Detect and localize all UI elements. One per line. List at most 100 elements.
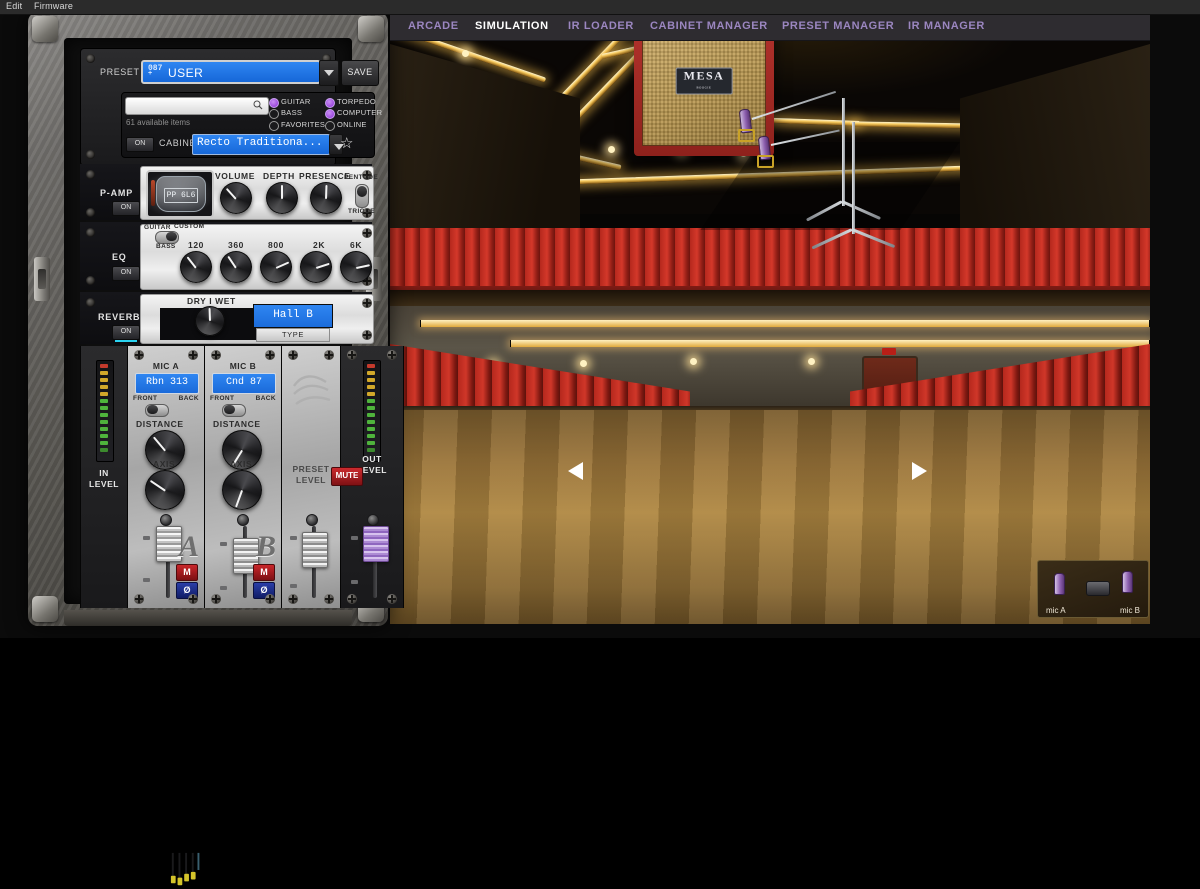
eq-mode-custom-label: CUSTOM bbox=[174, 223, 205, 230]
filter-radio-bass[interactable] bbox=[269, 109, 279, 119]
power-tube-display[interactable]: PP 6L6 bbox=[146, 170, 214, 218]
preset-field[interactable]: 087 + USER bbox=[141, 60, 321, 84]
app-window: Edit Firmware MESA BOOGIE ARCADE SIMULAT… bbox=[0, 0, 1200, 886]
panel-screw bbox=[86, 208, 95, 217]
reverb-type-caption-label: TYPE bbox=[282, 330, 304, 339]
filter-radio-computer[interactable] bbox=[325, 109, 335, 119]
mic-a-clip bbox=[738, 129, 755, 142]
nav-cabinet-manager[interactable]: CABINET MANAGER bbox=[650, 20, 768, 32]
favorite-star-icon[interactable]: ☆ bbox=[340, 136, 353, 151]
mixer-section: IN LEVEL MIC A Rbn 313 FRONT BACK DISTAN… bbox=[80, 346, 404, 886]
out-level-tick bbox=[351, 580, 358, 584]
mic-b-stand-pole bbox=[852, 122, 855, 234]
save-button-label: SAVE bbox=[347, 67, 373, 77]
eq-band-800-label: 800 bbox=[268, 240, 284, 250]
nav-ir-manager[interactable]: IR MANAGER bbox=[908, 20, 985, 32]
filter-label-bass: BASS bbox=[281, 108, 303, 117]
pentode-label: PENTODE bbox=[344, 174, 379, 181]
pentode-triode-switch[interactable] bbox=[355, 184, 369, 208]
reverb-mix-knob[interactable] bbox=[195, 306, 225, 336]
mic-b-axis-knob[interactable] bbox=[222, 470, 262, 510]
cabinet-on-button[interactable]: ON bbox=[126, 137, 154, 152]
menu-item-edit[interactable]: Edit bbox=[6, 1, 22, 11]
eq-band-2k-knob[interactable] bbox=[300, 251, 332, 283]
eq-on-button[interactable]: ON bbox=[112, 266, 140, 281]
preset-level-tick bbox=[290, 536, 297, 540]
pamp-on-label: ON bbox=[120, 204, 132, 211]
reverb-type-display[interactable]: Hall B bbox=[253, 304, 333, 328]
mic-b-position-switch[interactable] bbox=[222, 404, 246, 417]
output-level-meter bbox=[363, 360, 381, 462]
mic-a-thumbnail[interactable] bbox=[1054, 573, 1065, 595]
out-level-jack bbox=[367, 514, 379, 526]
mic-b-mute-label: M bbox=[260, 567, 268, 577]
in-level-label-line2: LEVEL bbox=[89, 479, 119, 489]
volume-knob[interactable] bbox=[220, 182, 252, 214]
filter-radio-guitar[interactable] bbox=[269, 98, 279, 108]
nav-preset-manager[interactable]: PRESET MANAGER bbox=[782, 20, 894, 32]
filter-label-computer: COMPUTER bbox=[337, 108, 383, 117]
mic-b-fader-tick bbox=[220, 542, 227, 546]
panel-screw bbox=[265, 350, 275, 360]
cove-light bbox=[420, 320, 1150, 327]
reverb-on-button[interactable]: ON bbox=[112, 325, 140, 342]
cabinet-brand-subtext: BOOGIE bbox=[696, 85, 712, 90]
presence-knob[interactable] bbox=[310, 182, 342, 214]
panel-screw bbox=[86, 54, 95, 63]
eq-band-120-knob[interactable] bbox=[180, 251, 212, 283]
panel-screw bbox=[188, 350, 198, 360]
cabinet-brand-logo: MESA BOOGIE bbox=[675, 67, 733, 95]
mic-b-model-field[interactable]: Cnd 87 bbox=[212, 373, 276, 394]
panel-screw bbox=[362, 228, 372, 238]
cabinet-value-field[interactable]: Recto Traditiona... bbox=[192, 134, 330, 155]
panel-screw bbox=[188, 594, 198, 604]
menu-bar: Edit Firmware bbox=[0, 0, 1200, 15]
preset-level-fader-handle[interactable] bbox=[302, 532, 328, 568]
pamp-on-button[interactable]: ON bbox=[112, 201, 140, 216]
rotate-view-left-arrow[interactable] bbox=[568, 462, 583, 480]
ceiling-spotlight bbox=[608, 146, 615, 153]
eq-band-360-knob[interactable] bbox=[220, 251, 252, 283]
eq-band-360-label: 360 bbox=[228, 240, 244, 250]
save-button[interactable]: SAVE bbox=[341, 60, 379, 86]
filter-radio-torpedo[interactable] bbox=[325, 98, 335, 108]
nav-ir-loader[interactable]: IR LOADER bbox=[568, 20, 634, 32]
exit-sign bbox=[882, 348, 896, 355]
reverb-mix-label: DRY I WET bbox=[187, 296, 236, 306]
filter-radio-favorites[interactable] bbox=[269, 121, 279, 131]
cove-light bbox=[510, 340, 1150, 347]
mic-a-front-label: FRONT bbox=[133, 395, 158, 402]
mic-a-mute-button[interactable]: M bbox=[176, 564, 198, 581]
filter-radio-online[interactable] bbox=[325, 121, 335, 131]
mic-selector-widget[interactable]: mic A mic B bbox=[1037, 560, 1149, 618]
mic-a-position-switch[interactable] bbox=[145, 404, 169, 417]
reverb-type-caption: TYPE bbox=[256, 328, 330, 342]
mic-a-model-field[interactable]: Rbn 313 bbox=[135, 373, 199, 394]
nav-arcade[interactable]: ARCADE bbox=[408, 20, 459, 32]
rotate-view-right-arrow[interactable] bbox=[912, 462, 927, 480]
eq-band-800-knob[interactable] bbox=[260, 251, 292, 283]
case-corner bbox=[32, 16, 58, 42]
search-input[interactable] bbox=[125, 97, 269, 115]
menu-item-firmware[interactable]: Firmware bbox=[34, 1, 73, 11]
out-level-fader-handle[interactable] bbox=[363, 526, 389, 562]
mic-a-axis-knob[interactable] bbox=[145, 470, 185, 510]
mic-b-thumbnail[interactable] bbox=[1122, 571, 1133, 593]
simulation-3d-view[interactable]: MESA BOOGIE bbox=[390, 14, 1150, 624]
mic-a-jack bbox=[160, 514, 172, 526]
nav-simulation[interactable]: SIMULATION bbox=[475, 20, 549, 32]
panel-screw bbox=[211, 350, 221, 360]
depth-knob[interactable] bbox=[266, 182, 298, 214]
eq-mode-guitar-label: GUITAR bbox=[144, 224, 171, 231]
mic-a-title: MIC A bbox=[152, 361, 180, 371]
mic-b-fader-tick bbox=[220, 586, 227, 590]
eq-mode-bass-label: BASS bbox=[156, 243, 176, 250]
search-icon bbox=[253, 100, 263, 110]
mic-b-mute-button[interactable]: M bbox=[253, 564, 275, 581]
stage-floor bbox=[390, 410, 1150, 624]
in-level-strip: IN LEVEL bbox=[80, 346, 200, 886]
eq-band-6k-knob[interactable] bbox=[340, 251, 372, 283]
seating-tier bbox=[390, 228, 1150, 286]
preset-dropdown-button[interactable] bbox=[319, 60, 339, 86]
output-mute-button[interactable]: MUTE bbox=[331, 467, 363, 486]
